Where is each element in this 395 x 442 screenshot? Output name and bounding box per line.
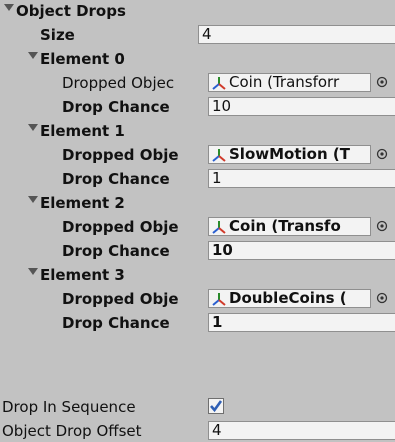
drop-in-sequence-label: Drop In Sequence	[2, 398, 136, 416]
element-0-dropped-object-row: Dropped Objec Coin (Transforr	[0, 72, 395, 94]
element-3-drop-chance-row: Drop Chance 1	[0, 312, 395, 334]
element-3-dropped-object-row: Dropped Obje DoubleCoins (	[0, 288, 395, 310]
element-1-dropped-object-row: Dropped Obje SlowMotion (T	[0, 144, 395, 166]
drop-chance-input[interactable]: 10	[208, 97, 395, 116]
element-1-drop-chance-row: Drop Chance 1	[0, 168, 395, 190]
transform-icon	[212, 77, 226, 90]
dropped-object-label: Dropped Obje	[62, 218, 179, 236]
transform-icon	[212, 293, 226, 306]
dropped-object-label: Dropped Objec	[62, 74, 175, 92]
object-picker-icon[interactable]	[376, 148, 388, 160]
size-input[interactable]: 4	[198, 25, 395, 44]
size-label: Size	[40, 26, 75, 44]
foldout-arrow-icon[interactable]	[28, 52, 38, 59]
dropped-object-field[interactable]: Coin (Transforr	[208, 73, 371, 92]
drop-in-sequence-row: Drop In Sequence	[0, 396, 395, 418]
foldout-arrow-icon[interactable]	[28, 268, 38, 275]
element-0-foldout[interactable]: Element 0	[0, 48, 395, 70]
dropped-object-field[interactable]: Coin (Transfo	[208, 217, 371, 236]
checkmark-icon	[210, 400, 223, 413]
object-drop-offset-input[interactable]: 4	[208, 421, 395, 440]
element-3-foldout[interactable]: Element 3	[0, 264, 395, 286]
drop-chance-input[interactable]: 1	[208, 169, 395, 188]
object-drops-foldout[interactable]: Object Drops	[0, 0, 395, 22]
object-drops-label: Object Drops	[16, 2, 126, 20]
element-2-label: Element 2	[40, 194, 125, 212]
drop-chance-label: Drop Chance	[62, 98, 170, 116]
dropped-object-value: Coin (Transforr	[229, 74, 340, 91]
object-drop-offset-row: Object Drop Offset 4	[0, 420, 395, 442]
size-row: Size 4	[0, 24, 395, 46]
dropped-object-label: Dropped Obje	[62, 290, 179, 308]
foldout-arrow-icon[interactable]	[28, 124, 38, 131]
object-picker-icon[interactable]	[376, 292, 388, 304]
object-picker-icon[interactable]	[376, 76, 388, 88]
drop-chance-label: Drop Chance	[62, 314, 170, 332]
element-2-drop-chance-row: Drop Chance 10	[0, 240, 395, 262]
transform-icon	[212, 221, 226, 234]
element-3-label: Element 3	[40, 266, 125, 284]
dropped-object-value: Coin (Transfo	[229, 218, 341, 235]
dropped-object-field[interactable]: SlowMotion (T	[208, 145, 371, 164]
drop-chance-input[interactable]: 1	[208, 313, 395, 332]
element-2-foldout[interactable]: Element 2	[0, 192, 395, 214]
object-drop-offset-label: Object Drop Offset	[2, 422, 142, 440]
drop-chance-label: Drop Chance	[62, 170, 170, 188]
element-1-foldout[interactable]: Element 1	[0, 120, 395, 142]
object-picker-icon[interactable]	[376, 220, 388, 232]
element-2-dropped-object-row: Dropped Obje Coin (Transfo	[0, 216, 395, 238]
transform-icon	[212, 149, 226, 162]
drop-chance-label: Drop Chance	[62, 242, 170, 260]
dropped-object-label: Dropped Obje	[62, 146, 179, 164]
dropped-object-value: DoubleCoins (	[229, 290, 347, 307]
drop-chance-input[interactable]: 10	[208, 241, 395, 260]
drop-in-sequence-checkbox[interactable]	[208, 398, 224, 414]
dropped-object-value: SlowMotion (T	[229, 146, 350, 163]
dropped-object-field[interactable]: DoubleCoins (	[208, 289, 371, 308]
foldout-arrow-icon[interactable]	[4, 4, 14, 11]
element-0-label: Element 0	[40, 50, 125, 68]
element-0-drop-chance-row: Drop Chance 10	[0, 96, 395, 118]
foldout-arrow-icon[interactable]	[28, 196, 38, 203]
element-1-label: Element 1	[40, 122, 125, 140]
